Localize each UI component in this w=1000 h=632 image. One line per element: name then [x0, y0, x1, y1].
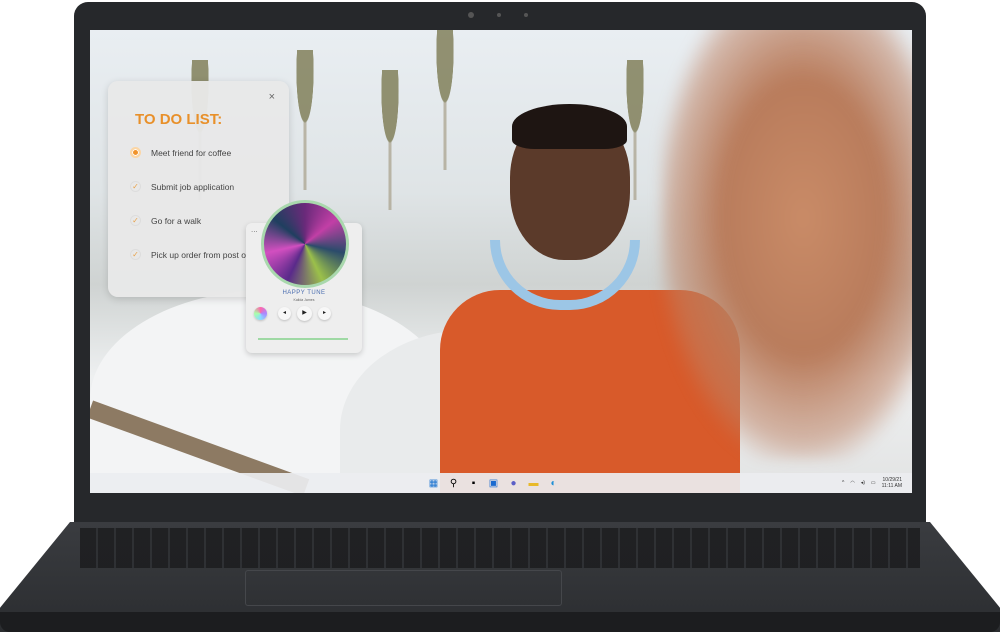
- check-icon: ✓: [130, 181, 141, 192]
- todo-item-label: Go for a walk: [151, 215, 202, 226]
- wifi-icon[interactable]: ◠: [850, 480, 854, 486]
- palm-tree: [285, 50, 325, 190]
- edge-icon[interactable]: ◐: [548, 478, 559, 489]
- todo-item-label: Pick up order from post o: [151, 249, 246, 260]
- chevron-up-icon[interactable]: ^: [842, 480, 844, 486]
- todo-item-label: Submit job application: [151, 181, 235, 192]
- palm-tree: [370, 70, 410, 210]
- check-icon: ✓: [130, 249, 141, 260]
- touchpad: [245, 570, 562, 606]
- taskbar: ▦ ⚲ ▪ ▣ ● ▬ ◐ ^ ◠ ◂) ▭ 10/29/21 11:11 AM: [90, 473, 912, 493]
- track-title: HAPPY TUNE: [282, 290, 326, 296]
- widgets-icon[interactable]: ▣: [488, 478, 499, 489]
- search-icon[interactable]: ⚲: [448, 478, 459, 489]
- next-button[interactable]: ▸: [318, 307, 331, 320]
- progress-slider[interactable]: [258, 338, 348, 340]
- previous-button[interactable]: ◂: [278, 307, 291, 320]
- todo-title: TO DO LIST:: [135, 111, 223, 128]
- todo-item-label: Meet friend for coffee: [151, 147, 232, 158]
- keyboard: [80, 528, 920, 568]
- more-icon[interactable]: ...: [251, 225, 258, 234]
- hand-blur: [660, 30, 912, 460]
- track-artist: Kalida James: [293, 298, 315, 302]
- todo-item[interactable]: ✓ Submit job application: [130, 181, 234, 192]
- todo-item[interactable]: ✓ Go for a walk: [130, 215, 201, 226]
- clock[interactable]: 10/29/21 11:11 AM: [882, 477, 902, 489]
- start-icon[interactable]: ▦: [428, 478, 439, 489]
- laptop-front-edge: [0, 612, 1000, 632]
- sensor: [468, 12, 474, 18]
- desktop-screen: × TO DO LIST: Meet friend for coffee ✓ Su…: [90, 30, 912, 493]
- color-wheel-icon[interactable]: [254, 307, 267, 320]
- radio-active-icon: [130, 147, 141, 158]
- album-art: [261, 200, 349, 288]
- file-explorer-icon[interactable]: ▬: [528, 478, 539, 489]
- check-icon: ✓: [130, 215, 141, 226]
- battery-icon[interactable]: ▭: [871, 480, 876, 486]
- volume-icon[interactable]: ◂): [861, 480, 865, 486]
- chat-icon[interactable]: ●: [508, 478, 519, 489]
- webcam-icon: [497, 13, 501, 17]
- task-view-icon[interactable]: ▪: [468, 478, 479, 489]
- todo-item[interactable]: Meet friend for coffee: [130, 147, 231, 158]
- sensor: [524, 13, 528, 17]
- time: 11:11 AM: [881, 483, 902, 489]
- close-icon[interactable]: ×: [269, 91, 275, 103]
- play-button[interactable]: ▶: [297, 306, 312, 321]
